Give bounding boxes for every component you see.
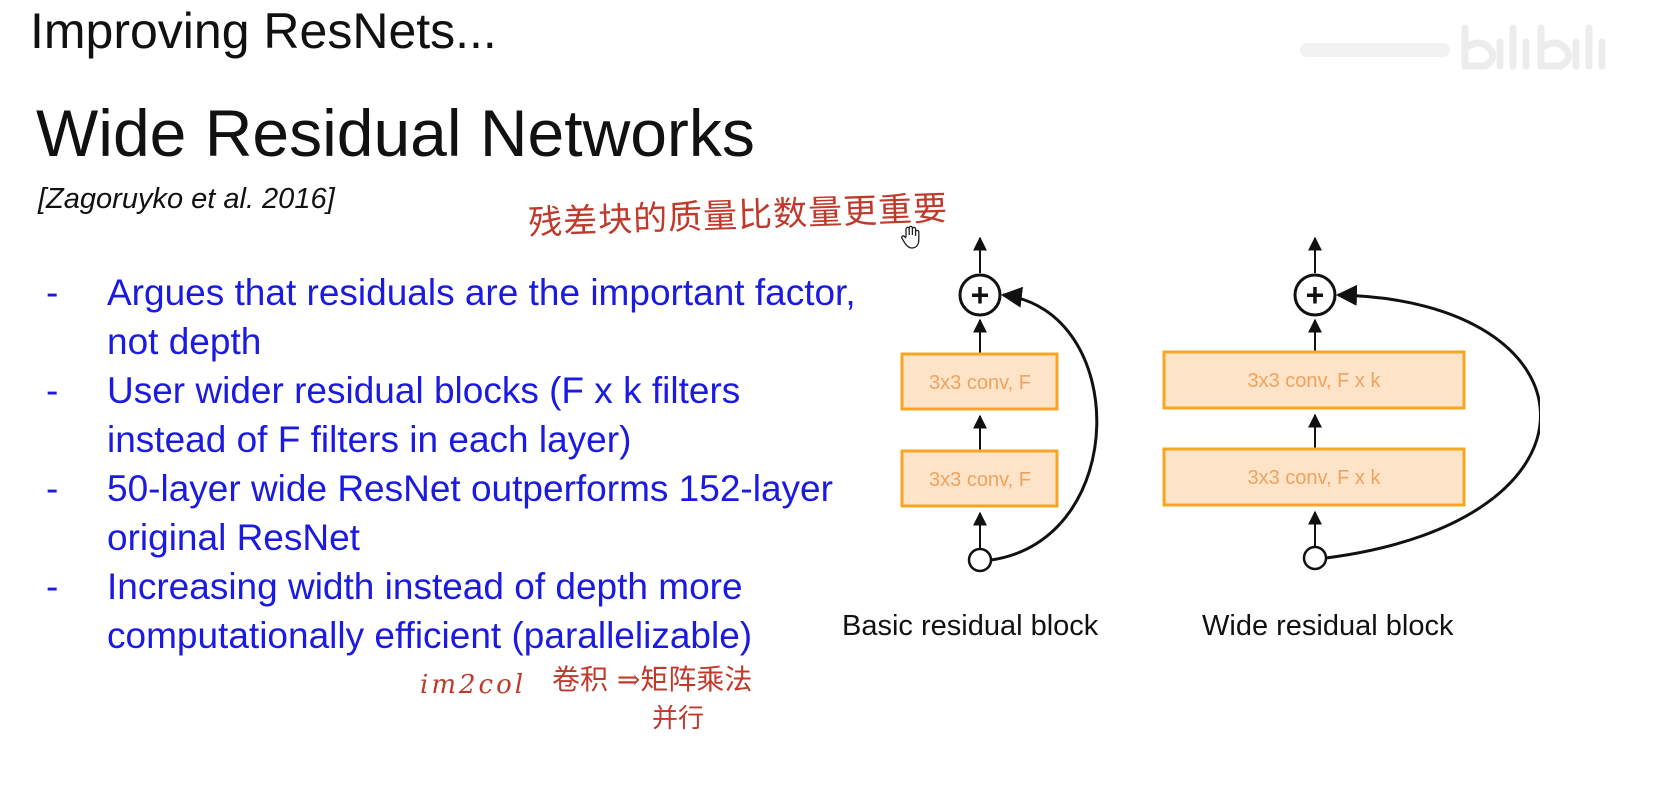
bullet-item: - User wider residual blocks (F x k filt…	[46, 366, 866, 464]
add-symbol: +	[971, 277, 990, 313]
wide-residual-block: + 3x3 conv, F x k 3x3 conv, F x k	[1162, 236, 1540, 571]
bullet-item: - Increasing width instead of depth more…	[46, 562, 866, 660]
bullet-text: Argues that residuals are the important …	[107, 272, 856, 362]
bullet-text: Increasing width instead of depth more c…	[107, 566, 753, 656]
bullet-item: - 50-layer wide ResNet outperforms 152-l…	[46, 464, 866, 562]
wide-block-caption: Wide residual block	[1202, 610, 1454, 642]
conv-layer-label-top: 3x3 conv, F x k	[1247, 370, 1381, 392]
handwritten-note-conv-to-matmul: 卷积 ⇒矩阵乘法	[552, 663, 753, 696]
handwritten-note-im2col: im2col	[420, 670, 527, 700]
residual-block-diagram: + 3x3 conv, F 3x3 conv, F + 3x3 conv, F …	[900, 236, 1540, 573]
bullet-text: User wider residual blocks (F x k filter…	[107, 370, 741, 460]
bullet-marker: -	[46, 272, 59, 313]
input-node	[1302, 545, 1328, 571]
bullet-marker: -	[46, 370, 59, 411]
add-symbol: +	[1306, 277, 1325, 313]
bullet-marker: -	[46, 468, 59, 509]
bullet-text: 50-layer wide ResNet outperforms 152-lay…	[107, 468, 833, 558]
slide-title: Wide Residual Networks	[36, 96, 755, 170]
bullet-list: - Argues that residuals are the importan…	[46, 268, 866, 660]
citation: [Zagoruyko et al. 2016]	[38, 183, 335, 215]
skip-connection	[990, 286, 1099, 562]
conv-layer-label-bottom: 3x3 conv, F x k	[1247, 467, 1381, 489]
skip-connection	[1325, 284, 1540, 560]
input-node	[967, 547, 993, 573]
bullet-marker: -	[46, 566, 59, 607]
conv-layer-label-top: 3x3 conv, F	[929, 372, 1031, 394]
slide-heading: Improving ResNets...	[30, 3, 497, 59]
basic-block-caption: Basic residual block	[842, 610, 1099, 642]
bilibili-watermark-logo	[1300, 24, 1606, 70]
handwritten-note-parallel: 并行	[652, 704, 705, 734]
conv-layer-label-bottom: 3x3 conv, F	[929, 469, 1031, 491]
basic-residual-block: + 3x3 conv, F 3x3 conv, F	[900, 236, 1099, 573]
bullet-item: - Argues that residuals are the importan…	[46, 268, 866, 366]
